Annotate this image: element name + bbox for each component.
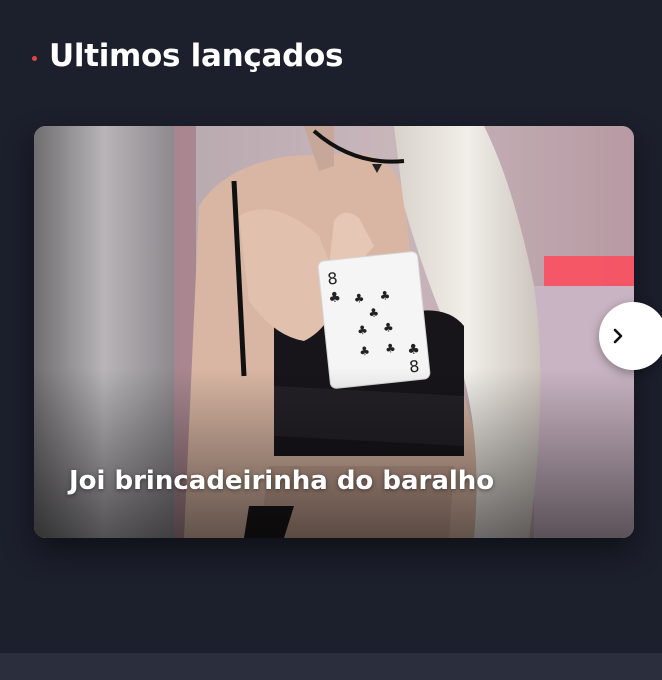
svg-text:♣: ♣ xyxy=(368,305,380,320)
bullet-dot xyxy=(32,55,37,61)
svg-text:♣: ♣ xyxy=(328,289,342,306)
svg-text:♣: ♣ xyxy=(382,320,394,335)
bottom-bar xyxy=(0,653,662,680)
svg-text:♣: ♣ xyxy=(384,341,396,356)
svg-text:♣: ♣ xyxy=(356,323,368,338)
card-gradient xyxy=(34,368,634,538)
carousel-next-button[interactable] xyxy=(599,302,662,370)
video-title: Joi brincadeirinha do baralho xyxy=(69,466,495,496)
section-title: Ultimos lançados xyxy=(49,38,344,74)
chevron-right-icon xyxy=(613,328,623,344)
svg-text:♣: ♣ xyxy=(353,291,365,306)
section-header: Ultimos lançados xyxy=(32,38,343,74)
svg-text:♣: ♣ xyxy=(407,341,421,358)
video-card[interactable]: 8 ♣ 8 ♣ ♣ ♣ ♣ ♣ ♣ ♣ ♣ Joi brincadeirinha… xyxy=(34,126,634,538)
page: Ultimos lançados 8 ♣ 8 ♣ ♣ ♣ ♣ ♣ ♣ ♣ ♣ J… xyxy=(0,0,662,680)
svg-text:8: 8 xyxy=(326,269,338,289)
svg-text:♣: ♣ xyxy=(359,344,371,359)
svg-text:♣: ♣ xyxy=(379,288,391,303)
